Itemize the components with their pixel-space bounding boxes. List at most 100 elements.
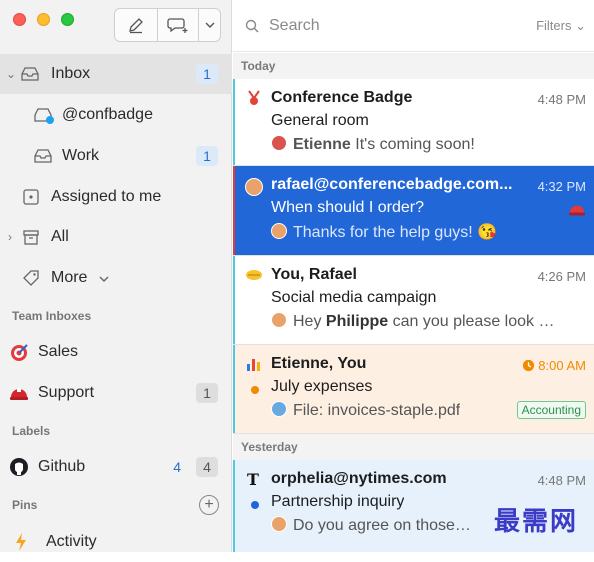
unread-indicator <box>233 166 235 255</box>
close-window-button[interactable] <box>13 13 26 26</box>
filters-label: Filters <box>536 18 572 33</box>
minimize-window-button[interactable] <box>37 13 50 26</box>
search-input[interactable] <box>269 15 489 37</box>
assigned-icon <box>23 189 39 205</box>
sidebar-item-support[interactable]: Support 1 <box>0 373 232 413</box>
add-pin-button[interactable]: + <box>199 495 219 515</box>
unread-badge: 1 <box>196 146 218 166</box>
compose-button[interactable] <box>115 9 159 41</box>
group-header-yesterday: Yesterday <box>233 434 594 460</box>
search-bar: Filters ⌄ <box>233 0 594 52</box>
archive-box-icon <box>23 230 39 245</box>
sidebar-item-label: Work <box>62 147 100 164</box>
unread-badge: 1 <box>196 64 218 84</box>
sidebar-item-label: Assigned to me <box>51 188 162 205</box>
avatar <box>271 516 287 532</box>
preview-text: File: invoices-staple.pdf <box>293 402 461 419</box>
conversation-sender: rafael@conferencebadge.com... <box>271 176 513 193</box>
status-dot <box>251 386 259 394</box>
handshake-icon <box>246 270 262 280</box>
avatar <box>271 223 287 239</box>
avatar <box>271 312 287 328</box>
conversation-preview: Do you agree on those te <box>271 516 471 535</box>
conversation-preview: Hey Philippe can you please look int... <box>271 312 556 331</box>
section-title-pins: Pins <box>12 498 38 512</box>
pencil-icon <box>129 18 144 34</box>
sidebar-item-activity[interactable]: Activity <box>0 522 232 562</box>
conversation-time: 4:26 PM <box>537 269 586 284</box>
label-tag[interactable]: Accounting <box>516 401 586 419</box>
clock-icon <box>523 359 535 372</box>
preview-text: Thanks for the help guys! 😘 <box>293 224 498 241</box>
preview-text: can you please look int... <box>392 313 556 330</box>
conversation-time: 8:00 AM <box>522 358 586 373</box>
svg-text:T: T <box>247 470 259 488</box>
conversation-row[interactable]: Etienne, You 8:00 AM July expenses File:… <box>233 345 594 434</box>
sidebar-item-label: Activity <box>46 533 97 550</box>
watermark: 最需网 <box>493 507 578 537</box>
conversation-list-pane: Filters ⌄ Today Conference Badge 4:48 PM… <box>233 0 594 552</box>
avatar <box>271 135 287 151</box>
sidebar-item-sales[interactable]: Sales <box>0 332 232 372</box>
helmet-icon <box>10 388 28 400</box>
preview-text: Do you agree on those te <box>293 517 471 534</box>
new-chat-button[interactable] <box>158 9 200 41</box>
nytimes-logo-icon: T <box>247 470 259 488</box>
lightning-icon <box>16 533 26 551</box>
more-actions-dropdown[interactable] <box>199 9 220 41</box>
conversation-time: 4:32 PM <box>537 179 586 194</box>
sidebar-item-label: Github <box>38 458 86 475</box>
inbox-tray-icon <box>34 149 52 163</box>
preview-prefix: Hey <box>293 313 322 330</box>
filters-dropdown[interactable]: Filters ⌄ <box>536 18 586 34</box>
unread-badge: 1 <box>196 383 218 403</box>
conversation-sender: Etienne, You <box>271 355 367 372</box>
target-icon <box>11 344 28 361</box>
chevron-down-icon <box>99 276 109 282</box>
conversation-subject: General room <box>271 112 369 129</box>
conversation-row[interactable]: You, Rafael 4:26 PM Social media campaig… <box>233 256 594 345</box>
preview-text: It's coming soon! <box>355 136 475 153</box>
zoom-window-button[interactable] <box>61 13 74 26</box>
sidebar-item-assigned-to-me[interactable]: Assigned to me <box>0 177 232 217</box>
twitter-inbox-icon <box>34 108 54 124</box>
sidebar-item-more[interactable]: More <box>0 258 232 298</box>
time-label: 8:00 AM <box>538 358 586 373</box>
unread-count: 4 <box>173 459 181 475</box>
sidebar-item-inbox[interactable]: ⌄ Inbox 1 <box>0 54 232 94</box>
conversation-preview: File: invoices-staple.pdf <box>271 401 460 420</box>
sidebar: ⌄ Inbox 1 @confbadge Work 1 Assigned to … <box>0 0 232 552</box>
github-icon <box>10 458 28 476</box>
inbox-tray-icon <box>21 67 39 81</box>
sidebar-item-work[interactable]: Work 1 <box>0 136 232 176</box>
conversation-row-selected[interactable]: rafael@conferencebadge.com... 4:32 PM Wh… <box>233 166 594 256</box>
conversation-subject: Partnership inquiry <box>271 493 405 510</box>
conversation-preview: Thanks for the help guys! 😘 <box>271 222 497 242</box>
chevron-right-icon[interactable]: › <box>8 230 12 244</box>
unread-indicator <box>233 79 235 165</box>
avatar <box>271 401 287 417</box>
plus-icon: + <box>204 496 214 513</box>
conversation-row[interactable]: Conference Badge 4:48 PM General room Et… <box>233 79 594 166</box>
section-title-labels: Labels <box>12 424 51 438</box>
unread-indicator <box>233 460 235 552</box>
total-badge: 4 <box>196 457 218 477</box>
preview-author: Philippe <box>325 313 389 330</box>
sidebar-item-all[interactable]: › All <box>0 217 232 257</box>
avatar <box>245 178 263 196</box>
chat-bubble-plus-icon <box>167 18 188 33</box>
sidebar-item-label: @confbadge <box>62 106 153 123</box>
sidebar-item-label: More <box>51 269 88 286</box>
sidebar-item-label: Support <box>38 384 95 401</box>
conversation-sender: orphelia@nytimes.com <box>271 470 447 487</box>
group-header-today: Today <box>233 53 594 79</box>
unread-indicator <box>233 256 235 344</box>
chevron-down-icon: ⌄ <box>575 18 586 33</box>
sidebar-item-label: Sales <box>38 343 79 360</box>
sidebar-item-confbadge[interactable]: @confbadge <box>0 95 232 135</box>
chevron-down-icon[interactable]: ⌄ <box>6 67 16 81</box>
conversation-preview: Etienne It's coming soon! <box>271 135 475 154</box>
titlebar <box>0 0 231 50</box>
sidebar-item-label: All <box>51 228 69 245</box>
sidebar-item-github[interactable]: Github 4 4 <box>0 447 232 487</box>
